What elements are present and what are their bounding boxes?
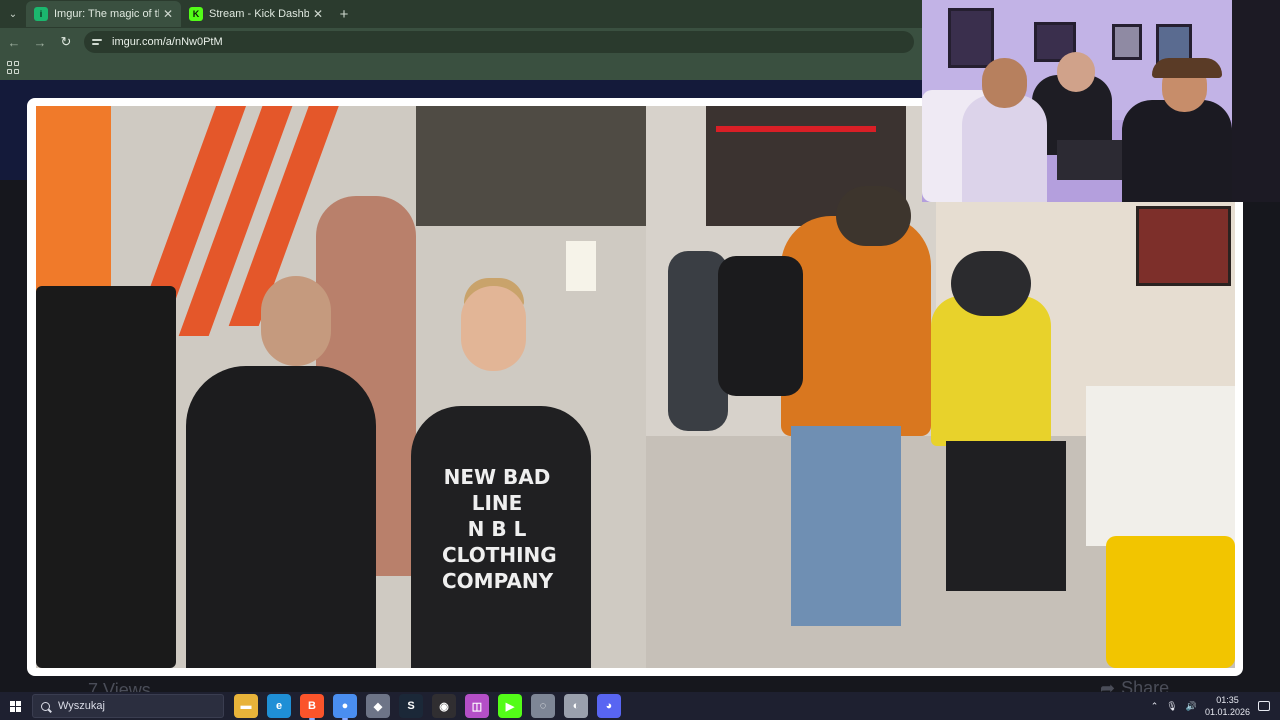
address-bar[interactable]: imgur.com/a/nNw0PtM — [84, 31, 914, 53]
steam-icon[interactable]: S — [399, 694, 423, 718]
new-tab-plus-icon[interactable]: + — [331, 1, 357, 27]
kick-icon[interactable]: ▶ — [498, 694, 522, 718]
clock[interactable]: 01:35 01.01.2026 — [1205, 694, 1250, 718]
close-tab-icon[interactable]: ✕ — [313, 7, 323, 21]
tab-title: Stream - Kick Dashboard — [209, 8, 309, 20]
brave-icon[interactable]: B — [300, 694, 324, 720]
chrome-icon[interactable]: ● — [333, 694, 357, 720]
delivery-bag — [1106, 536, 1235, 668]
search-icon — [41, 701, 50, 711]
windows-taskbar: Wyszukaj ▬ e B ● ◆ S ◉ ◫ ▶ ◌ ◐ ◕ ⌃ 🎙 🔊 01:35 01.01.… — [0, 692, 1280, 720]
speaker-cabinet — [36, 286, 176, 668]
tab-title: Imgur: The magic of the Interne — [54, 8, 159, 20]
start-button[interactable] — [0, 692, 30, 720]
volume-icon[interactable]: 🔊 — [1186, 701, 1197, 712]
microphone-icon[interactable]: 🎙 — [1166, 701, 1177, 712]
windows-logo-icon — [9, 700, 21, 712]
app-icon-3[interactable]: ◌ — [531, 694, 555, 718]
pinned-apps: ▬ e B ● ◆ S ◉ ◫ ▶ ◌ ◐ ◕ — [234, 694, 621, 720]
post-image-left[interactable]: NEW BAD LINE N B L CLOTHING COMPANY — [36, 106, 646, 668]
screen: { "browser": { "tabs": [ {"title": "Imgu… — [0, 0, 1280, 720]
clock-date: 01.01.2026 — [1204, 707, 1250, 717]
notifications-icon[interactable] — [1258, 701, 1270, 711]
imgur-favicon-icon: i — [34, 7, 48, 21]
back-arrow-icon[interactable]: ← — [2, 30, 26, 54]
obs-icon[interactable]: ◉ — [432, 694, 456, 718]
forward-arrow-icon[interactable]: → — [28, 30, 52, 54]
app-icon-2[interactable]: ◫ — [465, 694, 489, 718]
tray-overflow-chevron-icon[interactable]: ⌃ — [1151, 701, 1159, 712]
discord-icon[interactable]: ◕ — [597, 694, 621, 718]
url-text: imgur.com/a/nNw0PtM — [112, 36, 223, 48]
tab-imgur[interactable]: i Imgur: The magic of the Interne ✕ — [26, 1, 181, 27]
edge-icon[interactable]: e — [267, 694, 291, 718]
system-tray: ⌃ 🎙 🔊 01:35 01.01.2026 — [1151, 692, 1280, 720]
app-icon-1[interactable]: ◆ — [366, 694, 390, 718]
reload-icon[interactable]: ↻ — [54, 30, 78, 54]
site-info-icon[interactable] — [92, 37, 104, 47]
tab-search-chevron-icon[interactable]: ⌄ — [0, 1, 26, 27]
file-explorer-icon[interactable]: ▬ — [234, 694, 258, 718]
app-icon-4[interactable]: ◐ — [564, 694, 588, 718]
search-placeholder: Wyszukaj — [58, 700, 105, 712]
kick-favicon-icon: K — [189, 7, 203, 21]
close-tab-icon[interactable]: ✕ — [163, 7, 173, 21]
shirt-print-text: NEW BAD LINE N B L CLOTHING COMPANY — [442, 465, 557, 593]
apps-grid-icon[interactable] — [7, 61, 21, 75]
clock-time: 01:35 — [1216, 695, 1239, 705]
taskbar-search[interactable]: Wyszukaj — [32, 694, 224, 718]
webcam-overlay — [922, 0, 1280, 202]
tab-kick-dashboard[interactable]: K Stream - Kick Dashboard ✕ — [181, 1, 331, 27]
